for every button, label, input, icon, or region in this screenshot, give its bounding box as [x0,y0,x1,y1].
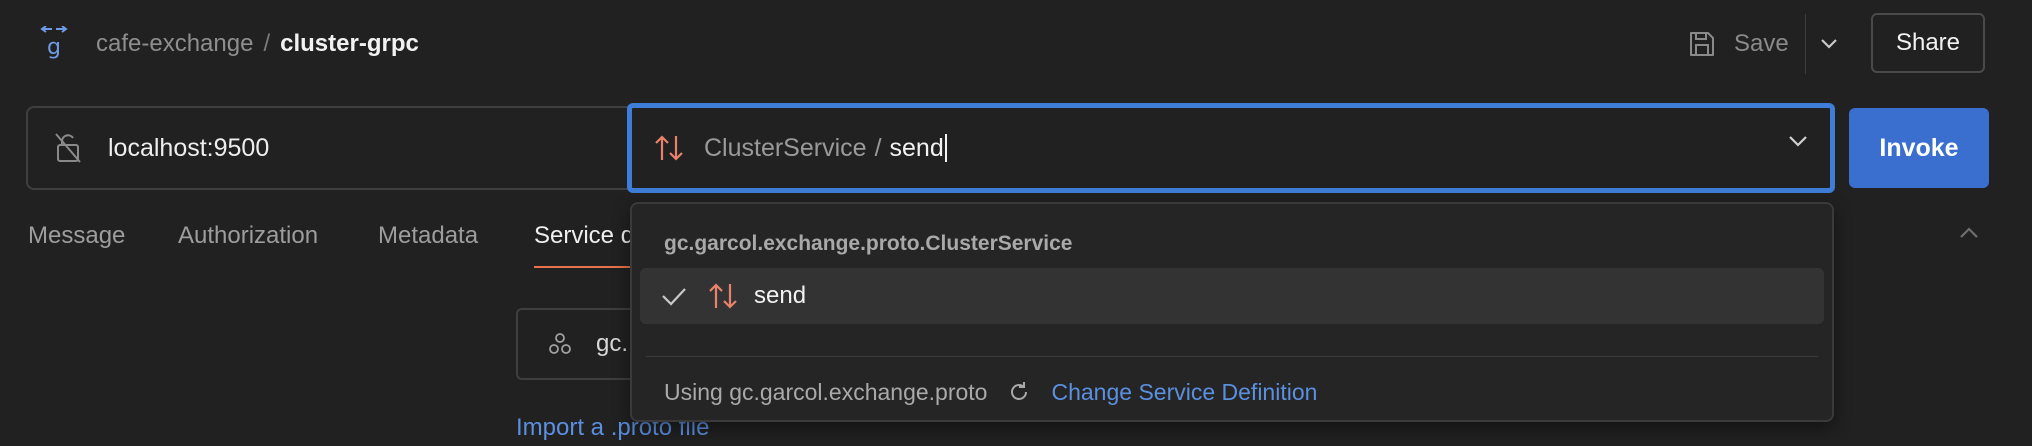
method-separator: / [874,133,882,162]
streaming-arrows-icon [709,283,737,309]
change-service-definition-link[interactable]: Change Service Definition [1051,379,1317,406]
active-tab-indicator [534,266,636,268]
checkmark-icon [662,288,686,306]
method-dropdown: gc.garcol.exchange.proto.ClusterService … [630,202,1834,422]
save-options-button[interactable] [1814,26,1844,62]
unlocked-icon [55,133,81,163]
invoke-button[interactable]: Invoke [1849,108,1989,188]
streaming-arrows-icon [655,135,683,161]
method-name: send [889,133,944,162]
breadcrumb-workspace[interactable]: cafe-exchange [96,30,253,57]
dropdown-group-label: gc.garcol.exchange.proto.ClusterService [664,232,1073,255]
tab-metadata[interactable]: Metadata [378,222,478,250]
breadcrumb-separator: / [263,30,271,57]
collapse-button[interactable] [1958,226,1980,245]
grpc-logo-icon[interactable]: g [38,25,70,60]
tab-message[interactable]: Message [28,222,125,250]
save-label: Save [1734,30,1789,57]
cluster-nodes-icon [549,333,571,354]
tab-authorization[interactable]: Authorization [178,222,318,250]
breadcrumb-request[interactable]: cluster-grpc [280,30,419,57]
share-button[interactable]: Share [1871,13,1985,73]
method-selector-input[interactable]: ClusterService / send [627,103,1835,193]
svg-text:g: g [47,35,61,60]
floppy-disk-icon [1690,32,1714,56]
dropdown-option-label: send [754,282,807,309]
service-definition-value: gc. [596,330,629,357]
url-value: localhost:9500 [108,133,270,162]
refresh-icon[interactable] [1007,380,1031,404]
dropdown-option-send[interactable]: send [640,268,1824,324]
text-cursor [944,134,947,162]
save-button[interactable]: Save [1688,24,1789,64]
method-service-name: ClusterService [704,133,867,162]
chevron-up-icon [1960,227,1978,238]
dropdown-divider [646,356,1818,357]
breadcrumb: cafe-exchange / cluster-grpc [96,26,419,62]
using-package-text: Using gc.garcol.exchange.proto [664,378,988,405]
toolbar-divider [1805,14,1806,74]
chevron-down-icon [1821,39,1837,49]
url-input[interactable]: localhost:9500 [26,106,646,190]
tab-service-definition[interactable]: Service d [534,222,634,250]
dropdown-footer: Using gc.garcol.exchange.proto Change Se… [664,374,1317,410]
chevron-down-icon[interactable] [1788,134,1808,148]
